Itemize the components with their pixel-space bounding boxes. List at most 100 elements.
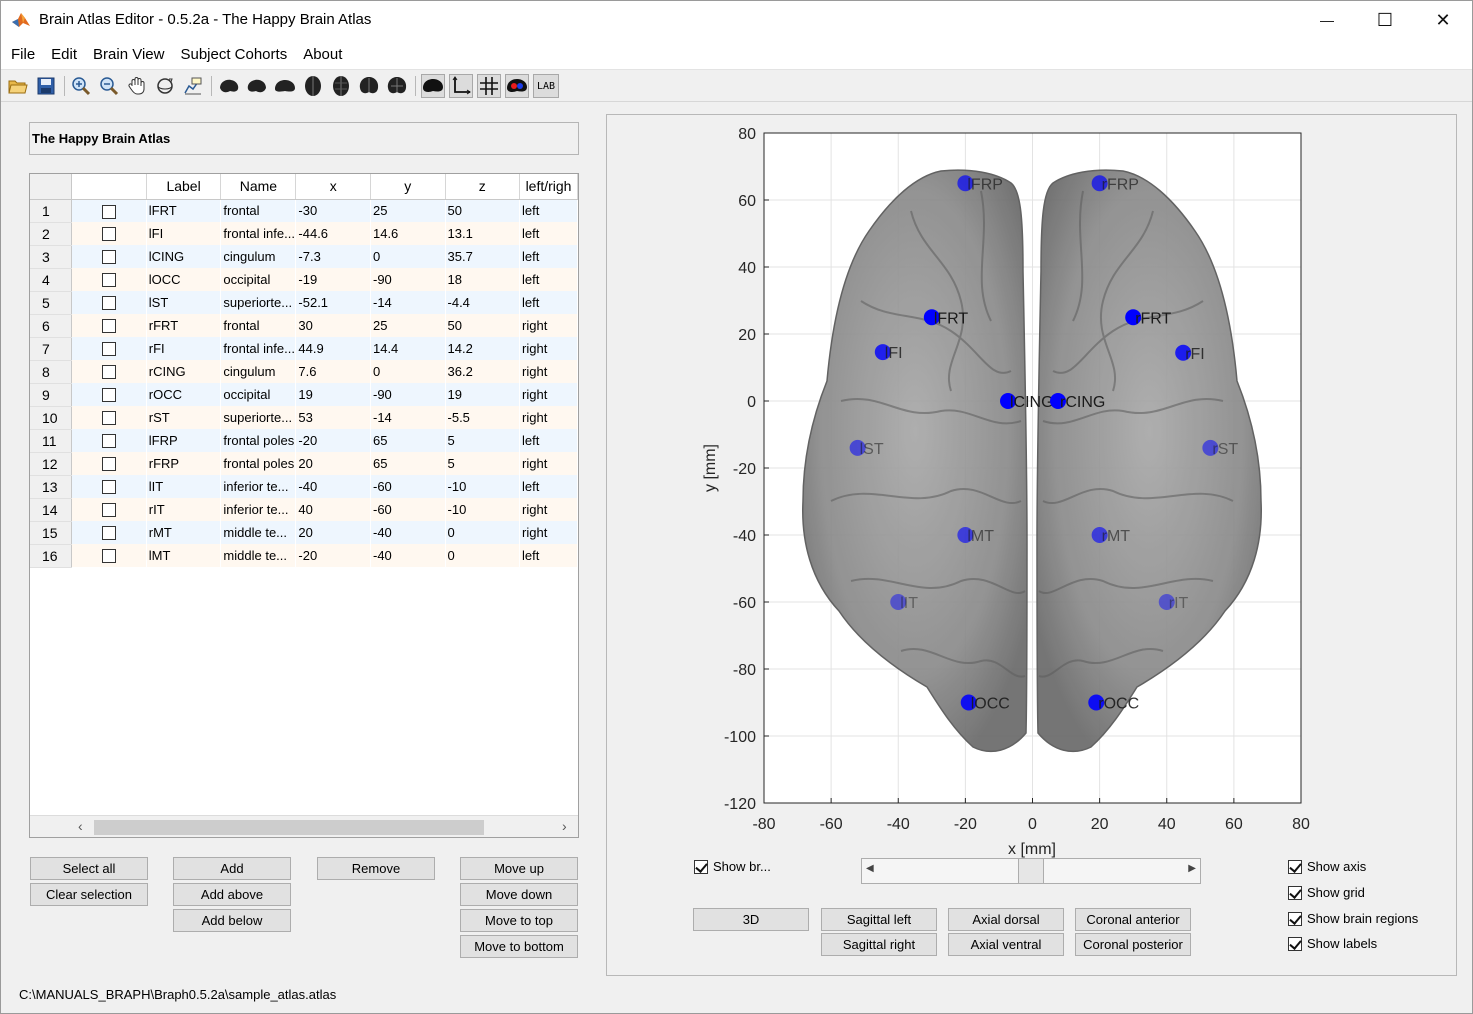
cell-y[interactable]: 14.4 (370, 337, 446, 360)
cell-x[interactable]: 20 (295, 521, 371, 544)
cell-x[interactable]: -20 (295, 429, 371, 452)
cell-name[interactable]: frontal poles (220, 452, 296, 475)
show-labels-checkbox[interactable]: Show labels (1288, 936, 1377, 951)
cell-name[interactable]: cingulum (220, 245, 296, 268)
cell-left-right[interactable]: left (519, 199, 578, 222)
row-select-checkbox[interactable] (71, 314, 147, 337)
row-select-checkbox[interactable] (71, 360, 147, 383)
cell-y[interactable]: 25 (370, 314, 446, 337)
cell-label[interactable]: rIT (146, 498, 221, 521)
brain-region-marker[interactable]: lST (849, 439, 884, 458)
table-row[interactable]: 8 rCING cingulum 7.6 0 36.2 right (30, 360, 578, 384)
checkbox[interactable] (102, 457, 117, 472)
cell-z[interactable]: -4.4 (445, 291, 520, 314)
add-button[interactable]: Add (173, 857, 291, 880)
table-row[interactable]: 2 lFI frontal infe... -44.6 14.6 13.1 left (30, 222, 578, 246)
table-row[interactable]: 15 rMT middle te... 20 -40 0 right (30, 521, 578, 545)
cell-x[interactable]: 44.9 (295, 337, 371, 360)
zoom-out-icon[interactable] (97, 74, 121, 98)
brain-region-marker[interactable]: lFRT (923, 309, 969, 327)
row-select-checkbox[interactable] (71, 406, 147, 429)
cell-left-right[interactable]: right (519, 383, 578, 406)
sagittal-right-button[interactable]: Sagittal right (821, 933, 937, 956)
cell-left-right[interactable]: right (519, 337, 578, 360)
save-icon[interactable] (34, 74, 58, 98)
axial-ventral-button[interactable]: Axial ventral (948, 933, 1064, 956)
cell-name[interactable]: superiorte... (220, 406, 296, 429)
brain-axial-ventral-icon[interactable] (301, 74, 325, 98)
cell-label[interactable]: lCING (146, 245, 221, 268)
table-row[interactable]: 5 lST superiorte... -52.1 -14 -4.4 left (30, 291, 578, 315)
cell-label[interactable]: rMT (146, 521, 221, 544)
label-column-header[interactable]: Label (146, 174, 222, 200)
cell-y[interactable]: -60 (370, 475, 446, 498)
clear-selection-button[interactable]: Clear selection (30, 883, 148, 906)
axis-toggle-icon[interactable] (449, 74, 473, 98)
rotate-3d-icon[interactable] (153, 74, 177, 98)
cell-name[interactable]: frontal infe... (220, 222, 296, 245)
cell-label[interactable]: rST (146, 406, 221, 429)
left-right-column-header[interactable]: left/righ (519, 174, 578, 200)
checkbox[interactable] (102, 411, 117, 426)
row-select-checkbox[interactable] (71, 452, 147, 475)
x-column-header[interactable]: x (295, 174, 371, 200)
cell-name[interactable]: middle te... (220, 544, 296, 567)
labels-toggle-icon[interactable]: LAB (533, 74, 559, 98)
cell-y[interactable]: -14 (370, 406, 446, 429)
transparency-slider[interactable]: ◀ ▶ (861, 858, 1201, 884)
slider-right-arrow-icon[interactable]: ▶ (1188, 863, 1196, 874)
brain-region-marker[interactable]: rST (1202, 439, 1238, 458)
brain-axial-dorsal-icon[interactable] (273, 74, 297, 98)
cell-y[interactable]: -40 (370, 521, 446, 544)
table-row[interactable]: 7 rFI frontal infe... 44.9 14.4 14.2 right (30, 337, 578, 361)
cell-z[interactable]: -5.5 (445, 406, 520, 429)
z-column-header[interactable]: z (445, 174, 521, 200)
cell-name[interactable]: frontal (220, 314, 296, 337)
cell-y[interactable]: 14.6 (370, 222, 446, 245)
scroll-left-icon[interactable]: ‹ (78, 818, 83, 834)
table-row[interactable]: 12 rFRP frontal poles 20 65 5 right (30, 452, 578, 476)
show-brain-checkbox[interactable]: Show br... (694, 859, 771, 874)
cell-name[interactable]: cingulum (220, 360, 296, 383)
row-select-checkbox[interactable] (71, 521, 147, 544)
checkbox[interactable] (102, 480, 117, 495)
minimize-button[interactable]: — (1298, 1, 1356, 39)
cell-label[interactable]: rOCC (146, 383, 221, 406)
brain-sagittal-left-icon[interactable] (217, 74, 241, 98)
row-select-checkbox[interactable] (71, 291, 147, 314)
brain-region-marker[interactable]: rCING (1050, 393, 1105, 411)
cell-name[interactable]: frontal (220, 199, 296, 222)
cell-y[interactable]: -60 (370, 498, 446, 521)
cell-x[interactable]: -30 (295, 199, 371, 222)
cell-z[interactable]: 0 (445, 544, 520, 567)
regions-toggle-icon[interactable] (505, 74, 529, 98)
add-below-button[interactable]: Add below (173, 909, 291, 932)
add-above-button[interactable]: Add above (173, 883, 291, 906)
brain-coronal-anterior-icon[interactable] (329, 74, 353, 98)
cell-name[interactable]: frontal poles (220, 429, 296, 452)
cell-z[interactable]: 18 (445, 268, 520, 291)
brain-region-marker[interactable]: lOCC (960, 694, 1010, 713)
cell-left-right[interactable]: left (519, 291, 578, 314)
brain-region-marker[interactable]: rMT (1091, 527, 1131, 545)
cell-left-right[interactable]: right (519, 498, 578, 521)
atlas-name-field[interactable]: The Happy Brain Atlas (29, 122, 579, 155)
cell-y[interactable]: 0 (370, 245, 446, 268)
cell-y[interactable]: 65 (370, 429, 446, 452)
cell-z[interactable]: 13.1 (445, 222, 520, 245)
data-cursor-icon[interactable] (181, 74, 205, 98)
checkbox[interactable] (102, 227, 117, 242)
cell-y[interactable]: 25 (370, 199, 446, 222)
show-brain-regions-check[interactable] (1288, 911, 1302, 926)
brain-plot[interactable]: lFRT lFI lCING lOCC lST rFRT rFI rCING rOCC rST lF… (691, 121, 1473, 861)
axial-dorsal-button[interactable]: Axial dorsal (948, 908, 1064, 931)
brain-region-marker[interactable]: rOCC (1088, 694, 1139, 713)
cell-label[interactable]: lMT (146, 544, 221, 567)
cell-z[interactable]: 5 (445, 429, 520, 452)
cell-name[interactable]: occipital (220, 383, 296, 406)
table-row[interactable]: 14 rIT inferior te... 40 -60 -10 right (30, 498, 578, 522)
cell-z[interactable]: 19 (445, 383, 520, 406)
brain-sagittal-right-icon[interactable] (245, 74, 269, 98)
remove-button[interactable]: Remove (317, 857, 435, 880)
show-labels-check[interactable] (1288, 936, 1302, 951)
